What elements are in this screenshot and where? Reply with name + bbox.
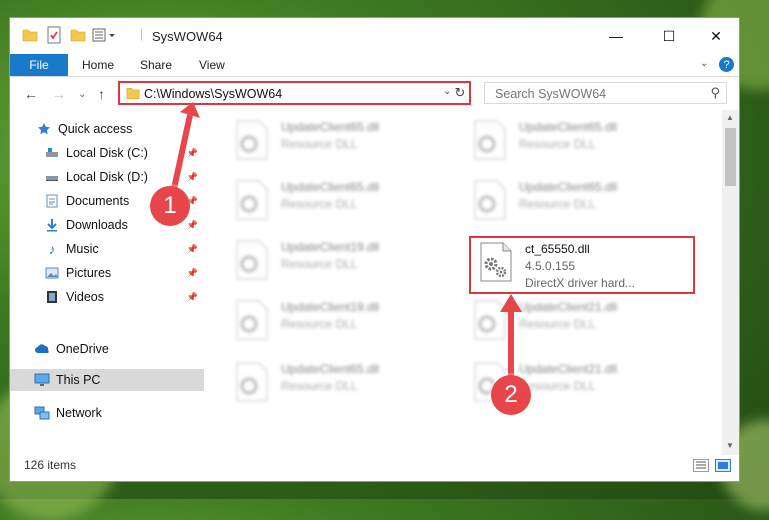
callout-arrows <box>169 102 522 385</box>
callout-badge-1: 1 <box>150 186 190 226</box>
callout-badge-2: 2 <box>491 375 531 415</box>
